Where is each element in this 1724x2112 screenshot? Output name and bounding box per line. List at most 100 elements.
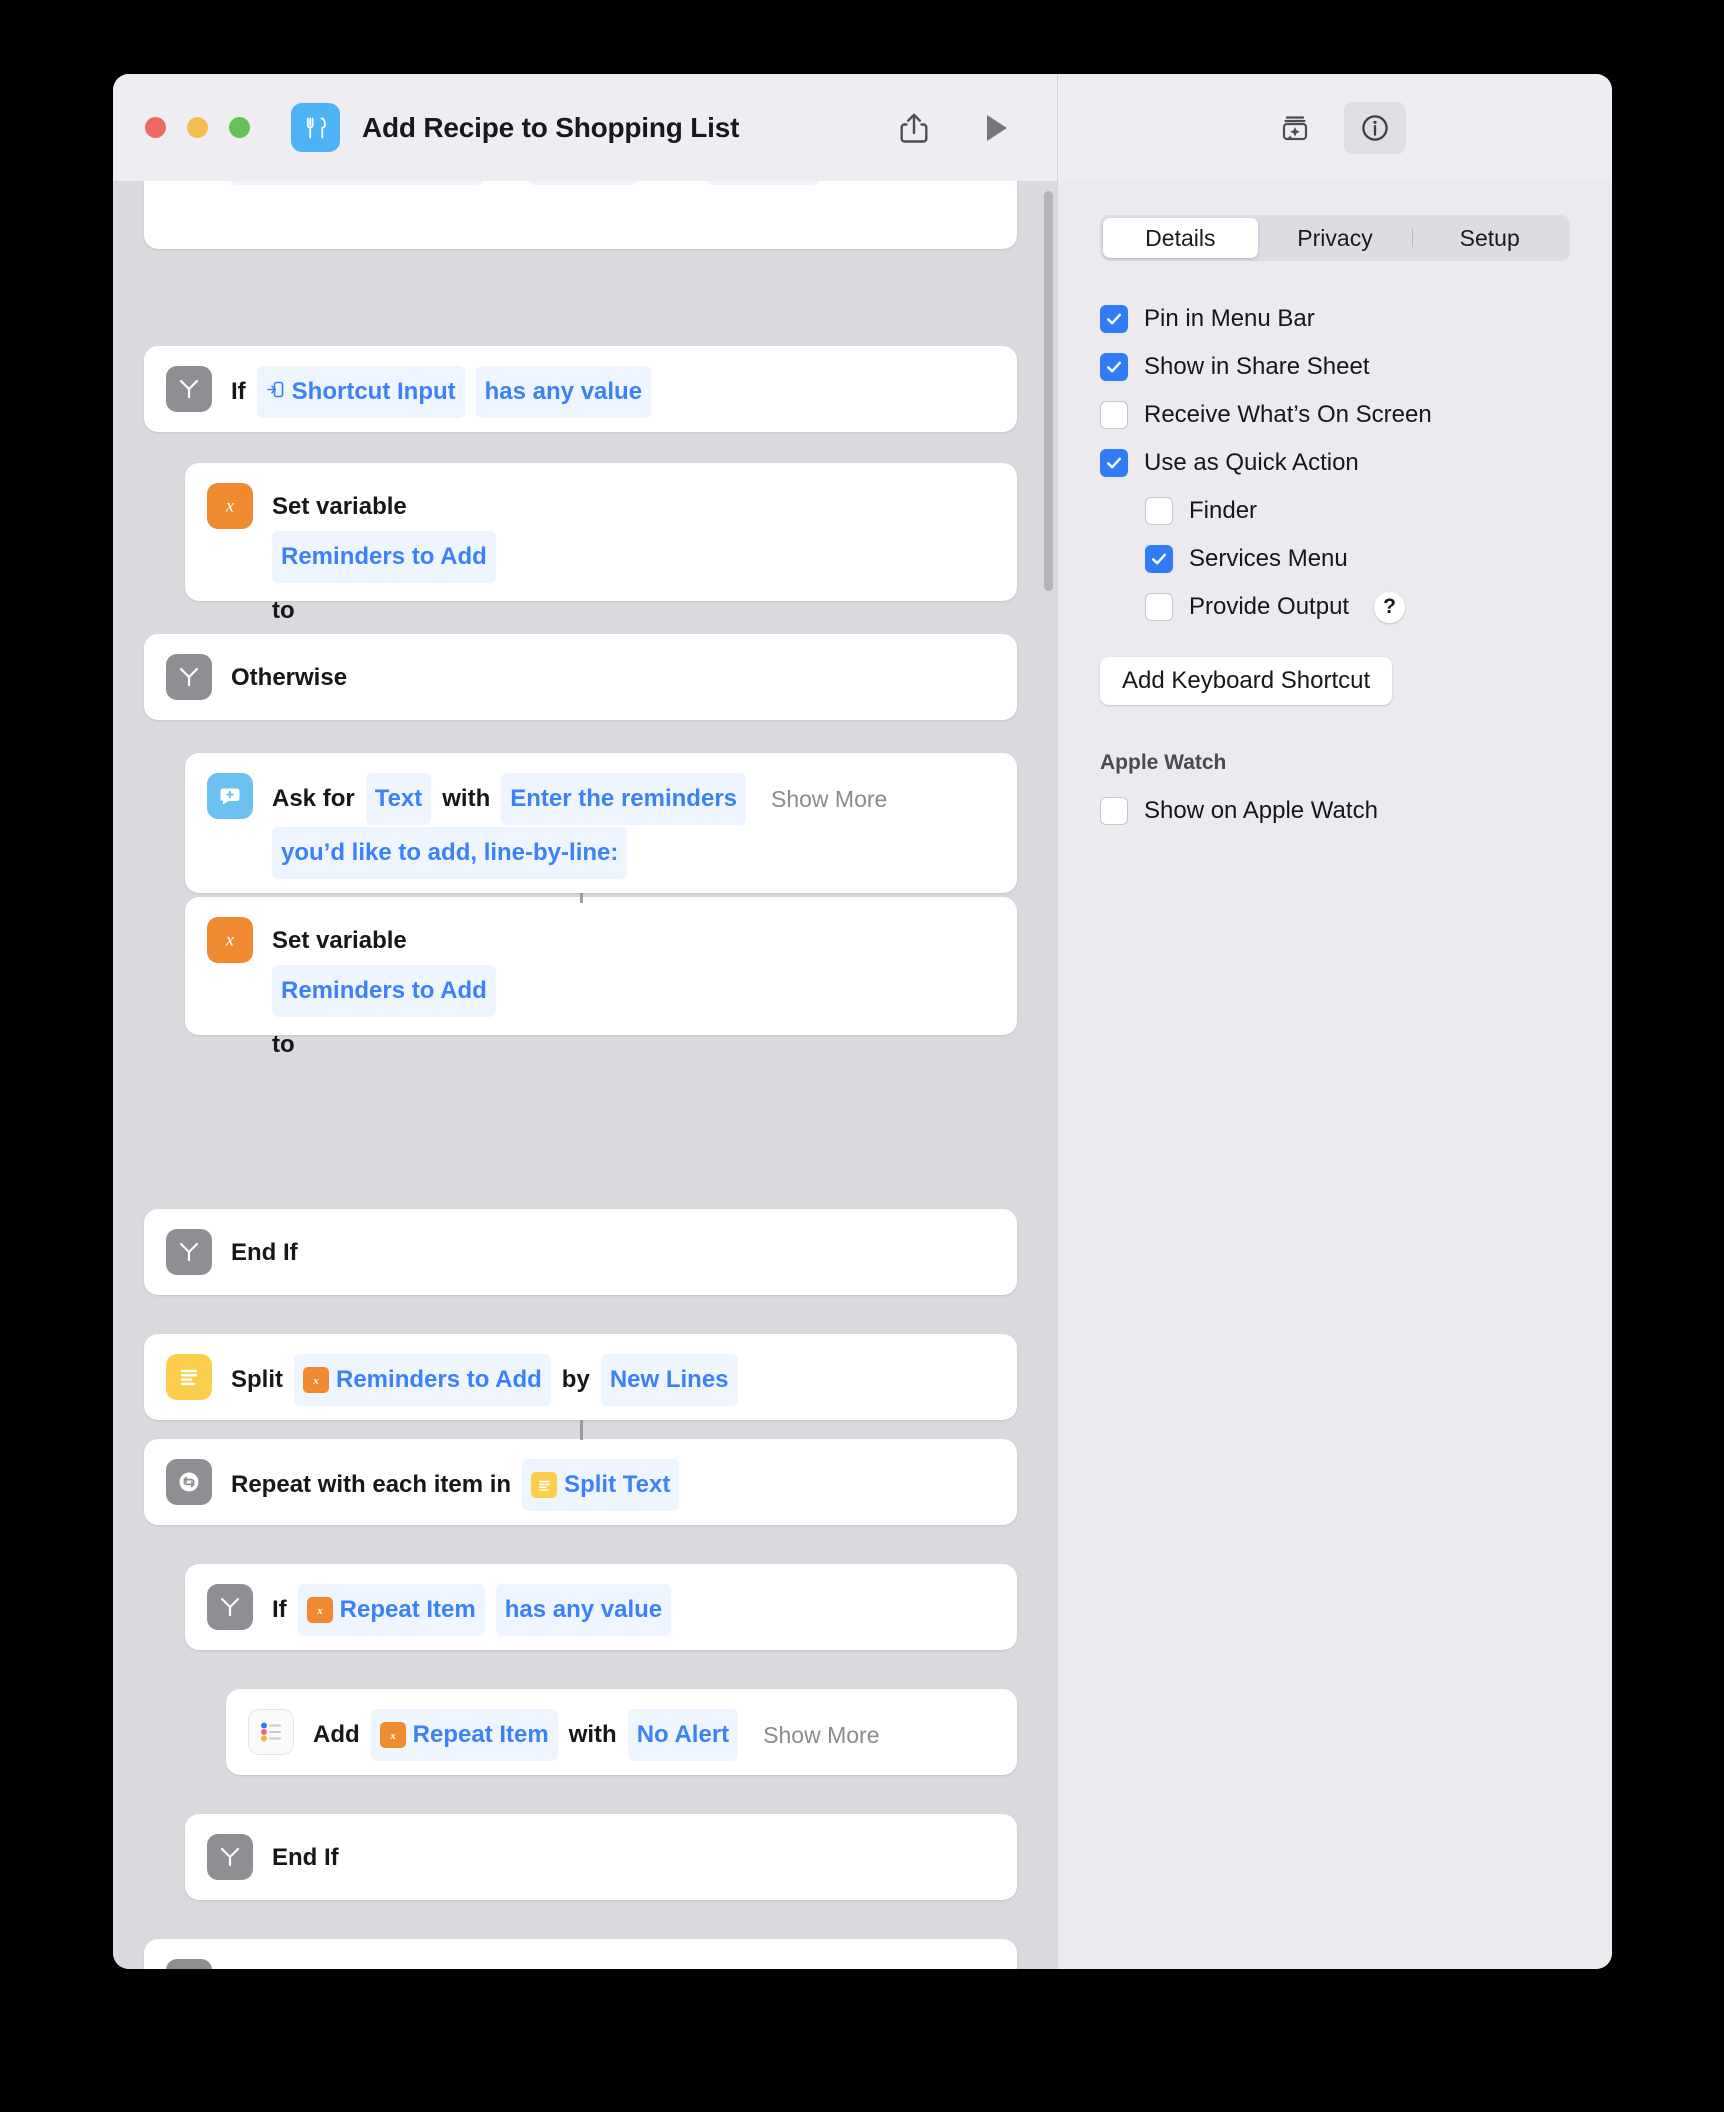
checkbox-unchecked-icon[interactable] <box>1145 497 1173 525</box>
action-word-if: If <box>231 378 246 405</box>
action-card-repeat-with-each[interactable]: Repeat with each item in Split Text <box>144 1439 1017 1525</box>
text-lines-icon <box>166 1354 212 1400</box>
checkbox-checked-icon[interactable] <box>1100 449 1128 477</box>
action-word-to: to <box>272 597 295 624</box>
inspector-tabs[interactable]: Details Privacy Setup <box>1100 215 1570 261</box>
option-receive-whats-on-screen[interactable]: Receive What’s On Screen <box>1100 391 1570 439</box>
traffic-lights[interactable] <box>145 117 250 138</box>
shortcut-library-icon[interactable] <box>1264 102 1326 154</box>
action-word-to: to <box>272 1031 295 1058</box>
repeat-icon <box>166 1459 212 1505</box>
branch-icon <box>166 654 212 700</box>
action-word-split: Split <box>231 1366 283 1393</box>
token-repeat-item[interactable]: x Repeat Item <box>297 1584 485 1636</box>
token-reminders-to-add[interactable]: x Reminders to Add <box>294 1354 551 1406</box>
action-phrase: Ask for Text with Enter the reminders Sh… <box>272 773 995 879</box>
canvas-scrollbar[interactable] <box>1044 191 1053 591</box>
titlebar-right <box>1058 74 1612 181</box>
action-phrase: If Shortcut Input has any value <box>231 366 652 418</box>
option-label: Finder <box>1189 497 1258 524</box>
play-icon[interactable] <box>983 112 1011 144</box>
option-pin-in-menu-bar[interactable]: Pin in Menu Bar <box>1100 295 1570 343</box>
checkbox-unchecked-icon[interactable] <box>1100 401 1128 429</box>
zoom-button[interactable] <box>229 117 250 138</box>
close-button[interactable] <box>145 117 166 138</box>
action-word-end-if: End If <box>231 1239 298 1266</box>
option-services-menu[interactable]: Services Menu <box>1100 535 1570 583</box>
action-word-otherwise: Otherwise <box>231 664 348 691</box>
checkbox-unchecked-icon[interactable] <box>1100 797 1128 825</box>
svg-text:x: x <box>225 496 234 516</box>
tab-privacy[interactable]: Privacy <box>1258 218 1413 258</box>
action-card-end-if-inner[interactable]: End If <box>185 1814 1017 1900</box>
token-has-any-value[interactable]: has any value <box>495 1584 672 1636</box>
option-provide-output[interactable]: Provide Output ? <box>1100 583 1570 631</box>
option-finder[interactable]: Finder <box>1100 487 1570 535</box>
action-word-end-if: End If <box>272 1844 339 1871</box>
token-recipes[interactable]: Recipes <box>528 181 639 185</box>
action-word-repeat-each: Repeat with each item in <box>231 1471 512 1498</box>
window-body: x Recipe Servings ) to Recipes with No A… <box>113 181 1612 1969</box>
checkbox-checked-icon[interactable] <box>1100 353 1128 381</box>
action-card-if-repeat-item[interactable]: If x Repeat Item has any value <box>185 1564 1017 1650</box>
action-card-set-variable-shortcut-input[interactable]: x Set variable Reminders to Add to <box>185 463 1017 624</box>
action-card-split-text[interactable]: Split x Reminders to Add by New Lines <box>144 1334 1017 1420</box>
option-show-in-share-sheet[interactable]: Show in Share Sheet <box>1100 343 1570 391</box>
branch-icon <box>207 1584 253 1630</box>
action-word-by: by <box>561 1366 590 1393</box>
checkbox-checked-icon[interactable] <box>1145 545 1173 573</box>
tab-details[interactable]: Details <box>1103 218 1258 258</box>
minimize-button[interactable] <box>187 117 208 138</box>
token-new-lines[interactable]: New Lines <box>600 1354 738 1406</box>
action-word-with: with <box>568 1721 617 1748</box>
variable-chip-icon: x <box>306 1597 333 1623</box>
action-word-with: with <box>442 785 491 812</box>
actions-canvas[interactable]: x Recipe Servings ) to Recipes with No A… <box>113 181 1058 1969</box>
tab-setup[interactable]: Setup <box>1412 218 1567 258</box>
action-phrase: If x Repeat Item has any value <box>272 1584 672 1636</box>
token-reminders-to-add[interactable]: Reminders to Add <box>272 531 496 583</box>
option-label: Services Menu <box>1189 545 1348 572</box>
option-show-on-apple-watch[interactable]: Show on Apple Watch <box>1100 787 1570 835</box>
action-card-end-if-outer[interactable]: End If <box>144 1209 1017 1295</box>
titlebar-actions <box>897 110 1057 146</box>
token-shortcut-input[interactable]: Shortcut Input <box>256 366 465 418</box>
action-connector <box>580 893 583 903</box>
token-prompt-line1[interactable]: Enter the reminders <box>501 773 746 825</box>
option-label: Pin in Menu Bar <box>1144 305 1315 332</box>
share-icon[interactable] <box>897 110 931 146</box>
action-card-ask-for-text[interactable]: Ask for Text with Enter the reminders Sh… <box>185 753 1017 893</box>
action-card-set-variable-provided-input[interactable]: x Set variable Reminders to Add to <box>185 897 1017 1058</box>
token-reminders-to-add[interactable]: Reminders to Add <box>272 965 496 1017</box>
token-no-alert[interactable]: No Alert <box>708 181 819 185</box>
variable-icon: x <box>207 917 253 963</box>
action-card-otherwise[interactable]: Otherwise <box>144 634 1017 720</box>
action-card-add-recipes-partial[interactable]: x Recipe Servings ) to Recipes with No A… <box>144 181 1017 249</box>
option-use-as-quick-action[interactable]: Use as Quick Action <box>1100 439 1570 487</box>
titlebar-left: Add Recipe to Shopping List <box>113 74 1058 181</box>
show-more-link[interactable]: Show More <box>763 1711 879 1759</box>
svg-text:x: x <box>316 1605 323 1617</box>
token-has-any-value[interactable]: has any value <box>475 366 652 418</box>
action-phrase: End If <box>272 1834 339 1882</box>
checkbox-checked-icon[interactable] <box>1100 305 1128 333</box>
action-word-set-variable: Set variable <box>272 493 407 520</box>
token-repeat-item[interactable]: x Repeat Item <box>370 1709 558 1761</box>
checkbox-unchecked-icon[interactable] <box>1145 593 1173 621</box>
apple-watch-section-title: Apple Watch <box>1100 751 1227 774</box>
token-prompt-line2[interactable]: you’d like to add, line-by-line: <box>272 827 628 879</box>
action-card-if-shortcut-input[interactable]: If Shortcut Input has any value <box>144 346 1017 432</box>
action-card-end-repeat[interactable]: End Repeat <box>144 1939 1017 1969</box>
action-card-add-reminder[interactable]: Add x Repeat Item with No Alert Show Mor… <box>226 1689 1017 1775</box>
help-icon[interactable]: ? <box>1374 591 1406 623</box>
token-split-text[interactable]: Split Text <box>522 1459 680 1511</box>
svg-text:x: x <box>389 1730 396 1742</box>
token-recipe-servings[interactable]: x Recipe Servings ) <box>231 181 484 185</box>
token-text-type[interactable]: Text <box>365 773 432 825</box>
action-word-add: Add <box>313 1721 360 1748</box>
info-icon[interactable] <box>1344 101 1406 154</box>
show-more-link[interactable]: Show More <box>771 775 887 823</box>
add-keyboard-shortcut-button[interactable]: Add Keyboard Shortcut <box>1100 657 1393 705</box>
inspector-panel: Details Privacy Setup Pin in Menu Bar Sh… <box>1058 181 1612 1969</box>
token-no-alert[interactable]: No Alert <box>627 1709 739 1761</box>
